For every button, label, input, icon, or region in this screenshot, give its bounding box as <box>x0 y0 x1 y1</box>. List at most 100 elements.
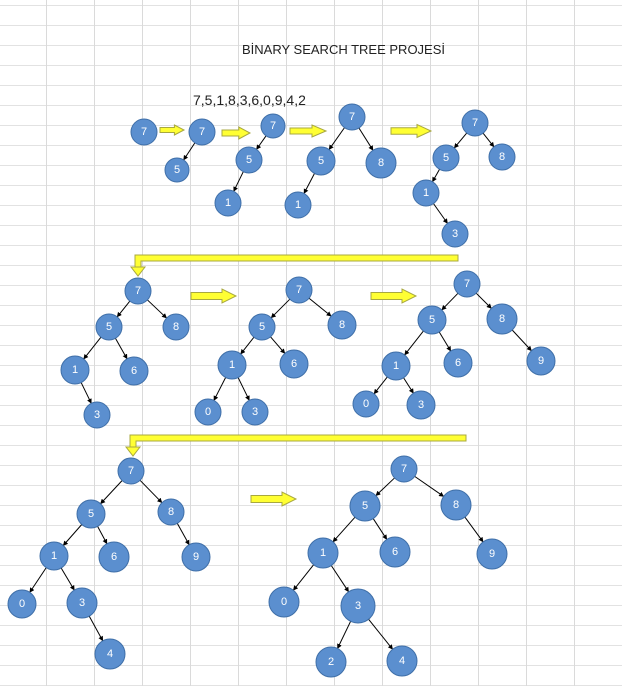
row-connector-bar <box>134 254 459 268</box>
step-arrow <box>159 124 186 136</box>
step-arrow <box>390 123 433 139</box>
tree-node-label: 3 <box>452 228 458 240</box>
tree-edge <box>116 300 131 318</box>
tree-node-label: 4 <box>399 655 405 667</box>
tree-edge <box>511 329 532 352</box>
tree-node-label: 0 <box>19 598 25 610</box>
tree-edge <box>292 564 315 591</box>
tree-edge <box>80 382 92 404</box>
tree-edge <box>475 292 492 309</box>
tree-node-label: 7 <box>296 284 302 296</box>
step-arrow <box>289 124 328 138</box>
tree-edge <box>372 518 388 540</box>
tree-node-label: 1 <box>320 547 326 559</box>
tree-node-label: 8 <box>173 321 179 333</box>
tree-node-label: 8 <box>499 313 505 325</box>
tree-node-label: 1 <box>295 199 301 211</box>
tree-node-label: 5 <box>259 321 265 333</box>
tree-node-label: 3 <box>355 600 361 612</box>
tree-edge <box>358 127 374 151</box>
tree-edge <box>403 377 414 394</box>
tree-node-label: 6 <box>455 357 461 369</box>
tree-node-label: 5 <box>362 500 368 512</box>
tree-node-label: 3 <box>79 597 85 609</box>
tree-node-label: 6 <box>392 546 398 558</box>
tree-edge <box>368 618 394 650</box>
row-connector-head <box>124 446 142 457</box>
tree-edge <box>330 565 350 593</box>
bst-diagram: 7 7 5 7 5 1 7 5 8 1 7 5 8 1 3 7 5 8 1 6 3 7 5 8 1 6 0 3 7 5 8 1 6 9 0 3 7 5 8 1… <box>7 103 556 678</box>
tree-node-label: 5 <box>318 155 324 167</box>
tree-edge <box>97 526 108 545</box>
tree-node-label: 8 <box>453 499 459 511</box>
tree-node-label: 9 <box>489 548 495 560</box>
tree-node-label: 2 <box>328 656 334 668</box>
tree-node-label: 9 <box>538 355 544 367</box>
tree-edge <box>100 480 123 505</box>
tree-edge <box>60 567 75 591</box>
tree-node-label: 3 <box>418 399 424 411</box>
tree-edge <box>62 524 83 546</box>
tree-node-label: 5 <box>246 154 252 166</box>
tree-node-label: 5 <box>88 508 94 520</box>
tree-edge <box>303 173 315 194</box>
tree-edge <box>308 297 332 317</box>
tree-edge <box>433 203 448 224</box>
step-arrow <box>221 126 252 140</box>
tree-edge <box>332 516 356 543</box>
tree-node-label: 1 <box>72 364 78 376</box>
tree-node-label: 8 <box>499 151 505 163</box>
tree-edge <box>375 477 395 497</box>
tree-edge <box>237 377 250 401</box>
tree-edge <box>464 516 484 543</box>
tree-node-label: 5 <box>106 321 112 333</box>
tree-edge <box>328 127 345 150</box>
tree-edge <box>114 338 128 360</box>
tree-node-label: 1 <box>51 550 57 562</box>
tree-node-label: 7 <box>401 463 407 475</box>
tree-node-label: 1 <box>393 360 399 372</box>
tree-node-label: 1 <box>423 187 429 199</box>
tree-edge <box>213 377 227 401</box>
tree-edge <box>453 132 468 149</box>
tree-edge <box>432 169 440 183</box>
tree-node-label: 7 <box>349 111 355 123</box>
tree-node-label: 5 <box>443 152 449 164</box>
tree-node-label: 3 <box>94 409 100 421</box>
tree-node-label: 1 <box>229 359 235 371</box>
tree-node-label: 9 <box>193 551 199 563</box>
tree-edge <box>337 621 352 649</box>
tree-node-label: 7 <box>270 120 276 132</box>
tree-edge <box>147 299 167 319</box>
tree-node-label: 6 <box>291 358 297 370</box>
tree-node-label: 8 <box>339 319 345 331</box>
tree-node-label: 5 <box>174 164 180 176</box>
tree-edge <box>270 298 291 319</box>
tree-node-label: 7 <box>199 126 205 138</box>
tree-node-label: 0 <box>363 398 369 410</box>
tree-node-label: 7 <box>472 117 478 129</box>
tree-node-label: 7 <box>464 278 470 290</box>
tree-edge <box>270 336 286 354</box>
tree-node-label: 6 <box>111 551 117 563</box>
tree-node-label: 8 <box>378 157 384 169</box>
tree-edge <box>438 331 452 352</box>
row-connector-bar <box>129 434 467 448</box>
tree-edge <box>240 336 255 355</box>
tree-edge <box>183 142 196 161</box>
tree-node-label: 7 <box>135 285 141 297</box>
tree-node-label: 1 <box>225 197 231 209</box>
tree-node-label: 0 <box>281 596 287 608</box>
tree-node-label: 4 <box>107 648 113 660</box>
tree-node-label: 6 <box>131 365 137 377</box>
step-arrow <box>250 491 298 507</box>
tree-node-label: 8 <box>168 506 174 518</box>
step-arrow <box>370 288 418 304</box>
tree-edge <box>404 330 424 356</box>
tree-edge <box>29 567 47 593</box>
tree-node-label: 5 <box>429 314 435 326</box>
tree-node-label: 7 <box>128 465 134 477</box>
tree-node-label: 0 <box>205 406 211 418</box>
tree-edge <box>373 376 388 395</box>
tree-edge <box>256 135 267 150</box>
